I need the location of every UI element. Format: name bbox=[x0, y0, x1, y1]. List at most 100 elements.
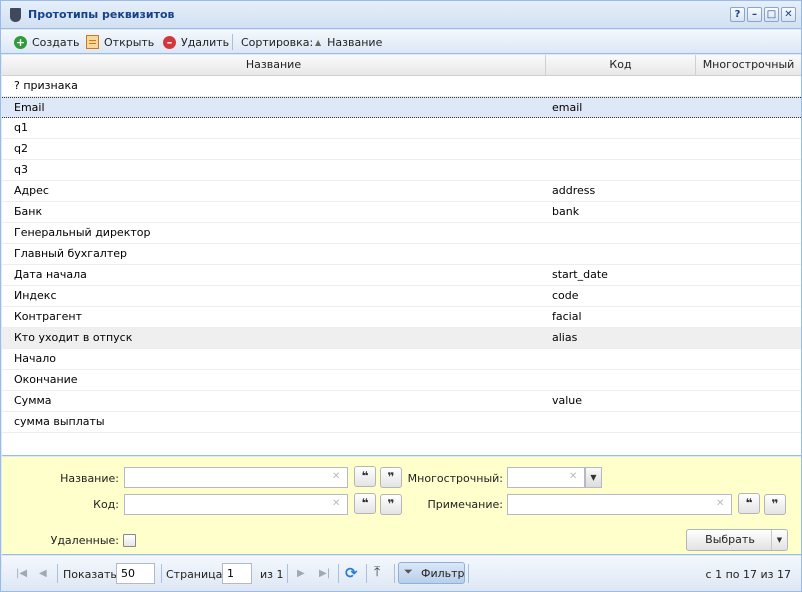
table-row[interactable]: q3 bbox=[2, 160, 801, 181]
column-header-code[interactable]: Код bbox=[546, 55, 696, 76]
minus-icon: – bbox=[163, 35, 176, 49]
clear-icon[interactable]: ✕ bbox=[569, 471, 577, 482]
filter-name-label: Название: bbox=[60, 472, 119, 485]
paging-toolbar: |◀ ◀ Показать Страница из 1 ▶ ▶| ⟳ ⤒ ⏷ Ф… bbox=[2, 556, 801, 591]
cell-name: Начало bbox=[14, 352, 57, 365]
filter-panel: Название: ✕ ❝ ❞ Код: ✕ ❝ ❞ Многострочный… bbox=[2, 457, 801, 555]
chevron-down-icon[interactable]: ▼ bbox=[585, 467, 602, 488]
cell-multiline bbox=[702, 307, 797, 327]
cell-name: Контрагент bbox=[14, 310, 83, 323]
table-row[interactable]: Начало bbox=[2, 349, 801, 370]
cell-name: Банк bbox=[14, 205, 43, 218]
sort-label: Сортировка: bbox=[241, 34, 313, 50]
cell-name: Сумма bbox=[14, 394, 52, 407]
clear-icon[interactable]: ✕ bbox=[332, 471, 340, 482]
funnel-icon: ⏷ bbox=[404, 565, 413, 578]
cell-multiline bbox=[702, 202, 797, 222]
cell-multiline bbox=[702, 391, 797, 411]
pager-separator bbox=[338, 564, 339, 583]
table-row[interactable]: Адрес address bbox=[2, 181, 801, 202]
upload-icon[interactable]: ⤒ bbox=[374, 564, 380, 580]
name-quote-open-button[interactable]: ❝ bbox=[354, 466, 376, 487]
cell-name: Генеральный директор bbox=[14, 226, 151, 239]
pager-separator bbox=[468, 564, 469, 583]
cell-code bbox=[552, 370, 692, 390]
prev-page-icon[interactable]: ◀ bbox=[39, 568, 47, 579]
cell-code: bank bbox=[552, 205, 580, 218]
cell-code: email bbox=[552, 101, 583, 114]
code-quote-close-button[interactable]: ❞ bbox=[380, 494, 402, 515]
column-header-multiline[interactable]: Многострочный bbox=[696, 55, 801, 76]
create-button[interactable]: + Создать bbox=[14, 34, 80, 50]
table-row[interactable]: Главный бухгалтер bbox=[2, 244, 801, 265]
open-label: Открыть bbox=[104, 35, 155, 49]
table-row[interactable]: Окончание bbox=[2, 370, 801, 391]
pager-separator bbox=[57, 564, 58, 583]
filter-name-input[interactable] bbox=[124, 467, 348, 488]
close-button[interactable]: ✕ bbox=[781, 7, 796, 22]
filter-note-label: Примечание: bbox=[427, 498, 503, 511]
cell-name: q1 bbox=[14, 121, 28, 134]
table-row[interactable]: ? признака bbox=[2, 76, 801, 97]
sort-field-button[interactable]: ▲ Название bbox=[315, 34, 382, 50]
name-quote-close-button[interactable]: ❞ bbox=[380, 467, 402, 488]
note-quote-open-button[interactable]: ❝ bbox=[738, 493, 760, 514]
page-count: из 1 bbox=[260, 568, 284, 581]
table-row[interactable]: Кто уходит в отпуск alias bbox=[2, 328, 801, 349]
clear-icon[interactable]: ✕ bbox=[332, 498, 340, 509]
minimize-button[interactable]: – bbox=[747, 7, 762, 22]
cell-name: сумма выплаты bbox=[14, 415, 105, 428]
pager-separator bbox=[287, 564, 288, 583]
cell-name: q3 bbox=[14, 163, 28, 176]
open-button[interactable]: Открыть bbox=[86, 34, 154, 50]
shield-icon bbox=[10, 8, 21, 22]
table-row[interactable]: Банк bank bbox=[2, 202, 801, 223]
cell-code bbox=[552, 412, 692, 432]
first-page-icon[interactable]: |◀ bbox=[16, 568, 27, 579]
last-page-icon[interactable]: ▶| bbox=[319, 568, 330, 579]
cell-code: value bbox=[552, 394, 583, 407]
page-size-label: Показать bbox=[63, 568, 117, 581]
filter-multiline-label: Многострочный: bbox=[407, 472, 503, 485]
filter-note-input[interactable] bbox=[507, 494, 732, 515]
select-button[interactable]: Выбрать ▼ bbox=[686, 529, 788, 551]
table-row[interactable]: Сумма value bbox=[2, 391, 801, 412]
cell-code bbox=[552, 139, 692, 159]
cell-code bbox=[552, 349, 692, 369]
help-button[interactable]: ? bbox=[730, 7, 745, 22]
note-quote-close-button[interactable]: ❞ bbox=[764, 494, 786, 515]
cell-name: Главный бухгалтер bbox=[14, 247, 127, 260]
table-row[interactable]: сумма выплаты bbox=[2, 412, 801, 433]
page-size-input[interactable] bbox=[116, 563, 155, 584]
table-row[interactable]: Дата начала start_date bbox=[2, 265, 801, 286]
cell-code: code bbox=[552, 289, 579, 302]
table-row[interactable]: Email email bbox=[2, 97, 801, 118]
column-header-name[interactable]: Название bbox=[2, 55, 546, 76]
clear-icon[interactable]: ✕ bbox=[716, 498, 724, 509]
filter-code-input[interactable] bbox=[124, 494, 348, 515]
delete-button[interactable]: – Удалить bbox=[163, 34, 229, 50]
delete-label: Удалить bbox=[181, 35, 230, 49]
code-quote-open-button[interactable]: ❝ bbox=[354, 493, 376, 514]
deleted-checkbox[interactable] bbox=[123, 534, 136, 547]
page-number-input[interactable] bbox=[222, 563, 252, 584]
next-page-icon[interactable]: ▶ bbox=[297, 568, 305, 579]
pager-separator bbox=[161, 564, 162, 583]
table-row[interactable]: Генеральный директор bbox=[2, 223, 801, 244]
cell-name: Индекс bbox=[14, 289, 57, 302]
title-bar[interactable]: Прототипы реквизитов ? – □ ✕ bbox=[1, 1, 801, 29]
pager-separator bbox=[366, 564, 367, 583]
table-row[interactable]: Индекс code bbox=[2, 286, 801, 307]
table-row[interactable]: q1 bbox=[2, 118, 801, 139]
table-row[interactable]: q2 bbox=[2, 139, 801, 160]
sort-asc-icon: ▲ bbox=[315, 37, 322, 47]
cell-name: Окончание bbox=[14, 373, 78, 386]
chevron-down-icon[interactable]: ▼ bbox=[771, 530, 787, 550]
cell-multiline bbox=[702, 223, 797, 243]
table-row[interactable]: Контрагент facial bbox=[2, 307, 801, 328]
filter-toggle-button[interactable]: ⏷ Фильтр bbox=[398, 562, 465, 584]
refresh-icon[interactable]: ⟳ bbox=[345, 564, 358, 582]
maximize-button[interactable]: □ bbox=[764, 7, 779, 22]
prototypes-window: Прототипы реквизитов ? – □ ✕ + Создать О… bbox=[0, 0, 802, 592]
toolbar: + Создать Открыть – Удалить Сортировка: … bbox=[1, 30, 801, 54]
